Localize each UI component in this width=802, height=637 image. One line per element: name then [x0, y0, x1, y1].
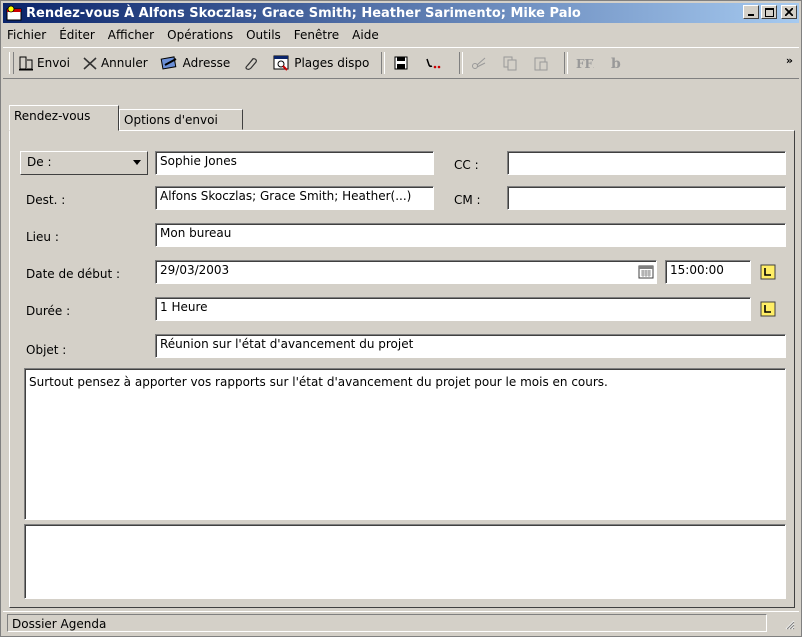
start-label: Date de début : [26, 267, 121, 281]
menu-window[interactable]: Fenêtre [294, 28, 339, 42]
attach-button[interactable] [242, 55, 261, 71]
menu-view[interactable]: Afficher [108, 28, 154, 42]
cc-field[interactable] [507, 151, 786, 175]
menu-bar: Fichier Éditer Afficher Opérations Outil… [3, 25, 799, 45]
paste-button[interactable] [533, 55, 552, 71]
duration-field[interactable]: 1 Heure [155, 297, 751, 321]
font-icon: FFF [576, 57, 594, 71]
attach-icon [245, 58, 258, 70]
address-book-icon [160, 56, 177, 70]
availability-button[interactable]: Plages dispo [273, 55, 369, 71]
menu-tools[interactable]: Outils [246, 28, 281, 42]
status-bar: Dossier Agenda [3, 611, 799, 634]
to-label: Dest. : [26, 193, 66, 207]
paste-icon [534, 57, 548, 71]
copy-button[interactable] [502, 55, 521, 71]
save-button[interactable] [393, 55, 412, 71]
address-label: Adresse [182, 56, 231, 70]
toolbar-separator [381, 52, 386, 74]
calendar-icon[interactable] [638, 264, 654, 280]
bold-icon: b [611, 56, 621, 71]
clock-icon[interactable] [760, 301, 776, 317]
svg-text:b: b [611, 56, 621, 71]
svg-text:FFF: FFF [576, 57, 594, 71]
title-bar[interactable]: Rendez-vous À Alfons Skoczlas; Grace Smi… [3, 3, 799, 23]
clock-icon[interactable] [760, 264, 776, 280]
resize-grip-icon[interactable] [783, 618, 795, 630]
toolbar-overflow[interactable]: » [786, 54, 793, 67]
bcc-label: CM : [454, 193, 481, 207]
menu-help[interactable]: Aide [352, 28, 379, 42]
copy-icon [503, 56, 517, 71]
chevron-down-icon [133, 160, 141, 165]
tab-appointment[interactable]: Rendez-vous [9, 105, 119, 131]
cut-icon [472, 57, 486, 69]
menu-actions[interactable]: Opérations [167, 28, 233, 42]
location-label: Lieu : [26, 230, 59, 244]
toolbar-grip[interactable] [9, 52, 14, 74]
cancel-label: Annuler [100, 56, 148, 70]
maximize-icon [764, 7, 774, 17]
from-dropdown[interactable]: De : [20, 151, 148, 175]
save-icon [394, 56, 408, 70]
location-field[interactable]: Mon bureau [155, 223, 786, 247]
subject-label: Objet : [26, 343, 67, 357]
status-folder: Dossier Agenda [7, 614, 767, 632]
send-label: Envoi [37, 56, 70, 70]
bold-button[interactable]: b [609, 55, 626, 71]
cancel-button[interactable]: Annuler [82, 55, 148, 71]
send-button[interactable]: Envoi [18, 55, 70, 71]
cancel-icon [83, 57, 97, 70]
signature-icon [426, 58, 441, 69]
close-button[interactable] [781, 5, 797, 19]
start-time-field[interactable]: 15:00:00 [665, 260, 751, 284]
from-field[interactable]: Sophie Jones [155, 151, 434, 175]
signature-button[interactable] [424, 55, 447, 71]
appointment-window: Rendez-vous À Alfons Skoczlas; Grace Smi… [0, 0, 802, 637]
from-label: De : [27, 155, 52, 169]
menu-edit[interactable]: Éditer [59, 28, 95, 42]
notes-area[interactable] [24, 524, 786, 599]
toolbar: Envoi Annuler Adresse Plages dispo FF b … [3, 47, 799, 79]
appointment-panel: De : Sophie Jones CC : Dest. : Alfons Sk… [9, 130, 795, 608]
to-field[interactable]: Alfons Skoczlas; Grace Smith; Heather(..… [155, 186, 434, 210]
cc-label: CC : [454, 158, 479, 172]
toolbar-separator [564, 52, 569, 74]
duration-label: Durée : [26, 304, 71, 318]
tab-send-options[interactable]: Options d'envoi [119, 109, 243, 130]
availability-label: Plages dispo [294, 56, 370, 70]
message-body[interactable]: Surtout pensez à apporter vos rapports s… [24, 368, 786, 520]
close-icon [785, 8, 793, 16]
window-title: Rendez-vous À Alfons Skoczlas; Grace Smi… [26, 5, 581, 21]
font-button[interactable]: FFF [576, 55, 597, 71]
start-date-field[interactable]: 29/03/2003 [155, 260, 657, 284]
menu-file[interactable]: Fichier [7, 28, 46, 42]
minimize-button[interactable] [743, 5, 759, 19]
maximize-button[interactable] [761, 5, 777, 19]
availability-icon [273, 55, 289, 71]
app-icon [6, 5, 22, 21]
send-icon [19, 56, 33, 71]
cut-button[interactable] [471, 55, 490, 71]
subject-field[interactable]: Réunion sur l'état d'avancement du proje… [155, 334, 786, 358]
bcc-field[interactable] [507, 186, 786, 210]
toolbar-separator [459, 52, 464, 74]
minimize-icon [748, 14, 754, 16]
address-button[interactable]: Adresse [160, 55, 231, 71]
